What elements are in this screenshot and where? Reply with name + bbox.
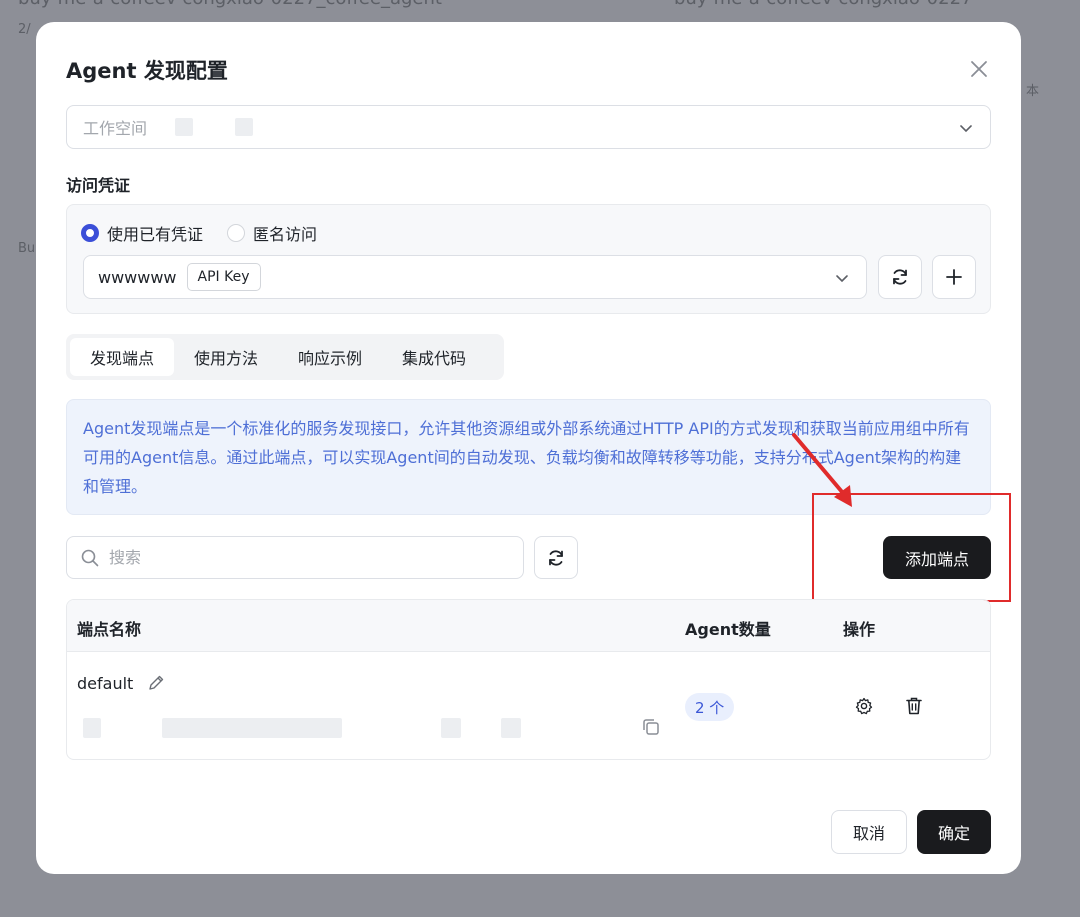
credential-mode-radios: 使用已有凭证 匿名访问 bbox=[81, 221, 333, 245]
credential-type-tag: API Key bbox=[186, 263, 261, 291]
workspace-placeholder: 工作空间 bbox=[83, 119, 148, 138]
refresh-credentials-button[interactable] bbox=[878, 255, 922, 299]
dialog-title: Agent 发现配置 bbox=[66, 59, 228, 83]
close-icon bbox=[971, 61, 987, 77]
column-endpoint-name: 端点名称 bbox=[77, 620, 142, 639]
column-agent-count: Agent数量 bbox=[685, 620, 771, 639]
add-endpoint-button[interactable]: 添加端点 bbox=[883, 536, 991, 579]
refresh-endpoints-button[interactable] bbox=[534, 536, 578, 579]
redacted-value bbox=[175, 118, 194, 136]
edit-icon[interactable] bbox=[147, 674, 165, 692]
background-app-title-right: buy-me-a-coffeev-congxiao-0227 bbox=[674, 0, 973, 9]
endpoints-table: 端点名称 Agent数量 操作 default 2 个 bbox=[66, 599, 991, 760]
plus-icon bbox=[946, 269, 962, 285]
radio-existing-credential[interactable] bbox=[81, 224, 99, 242]
tab-response-example[interactable]: 响应示例 bbox=[278, 338, 382, 376]
gear-icon[interactable] bbox=[855, 697, 873, 715]
redacted-url bbox=[162, 718, 342, 738]
confirm-button[interactable]: 确定 bbox=[917, 810, 991, 854]
redacted-value bbox=[235, 118, 254, 136]
background-text: 本 bbox=[1026, 84, 1040, 99]
background-text: 2/ bbox=[18, 22, 31, 37]
credential-name: wwwwww bbox=[98, 267, 177, 287]
refresh-icon bbox=[893, 269, 907, 285]
tab-discovery-endpoints[interactable]: 发现端点 bbox=[70, 338, 175, 376]
radio-anonymous-label[interactable]: 匿名访问 bbox=[253, 221, 317, 245]
trash-icon[interactable] bbox=[905, 696, 923, 716]
background-text: Bu bbox=[18, 241, 36, 256]
credentials-label: 访问凭证 bbox=[66, 176, 131, 195]
table-row: default 2 个 bbox=[67, 652, 990, 759]
background-app-title: buy-me-a-coffeev-congxiao-0227_coffee_ag… bbox=[18, 0, 442, 9]
agent-count-badge: 2 个 bbox=[685, 693, 735, 721]
credentials-panel: 使用已有凭证 匿名访问 wwwwww API Key bbox=[66, 204, 991, 314]
search-icon bbox=[81, 549, 99, 566]
agent-discovery-dialog: Agent 发现配置 工作空间 访问凭证 使用已有凭证 匿名访问 wwwwww … bbox=[36, 22, 1021, 874]
redacted-url bbox=[441, 718, 461, 738]
close-button[interactable] bbox=[966, 56, 992, 82]
chevron-down-icon bbox=[836, 275, 848, 283]
search-input[interactable] bbox=[109, 548, 509, 567]
redacted-url bbox=[501, 718, 521, 738]
radio-anonymous-access[interactable] bbox=[227, 224, 246, 242]
credential-select[interactable]: wwwwww API Key bbox=[83, 255, 867, 299]
redacted-url bbox=[83, 718, 101, 738]
column-actions: 操作 bbox=[843, 620, 876, 639]
add-credential-button[interactable] bbox=[932, 255, 976, 299]
cancel-button[interactable]: 取消 bbox=[831, 810, 907, 854]
workspace-select[interactable]: 工作空间 bbox=[66, 105, 991, 149]
endpoint-name: default bbox=[77, 674, 134, 693]
copy-icon[interactable] bbox=[641, 717, 661, 737]
config-tabs: 发现端点 使用方法 响应示例 集成代码 bbox=[66, 334, 504, 380]
tab-usage[interactable]: 使用方法 bbox=[174, 338, 278, 376]
radio-existing-label[interactable]: 使用已有凭证 bbox=[107, 221, 203, 245]
refresh-icon bbox=[549, 549, 563, 566]
tab-integration-code[interactable]: 集成代码 bbox=[382, 338, 486, 376]
endpoint-search[interactable] bbox=[66, 536, 524, 579]
table-header: 端点名称 Agent数量 操作 bbox=[67, 600, 990, 652]
chevron-down-icon bbox=[960, 125, 972, 133]
